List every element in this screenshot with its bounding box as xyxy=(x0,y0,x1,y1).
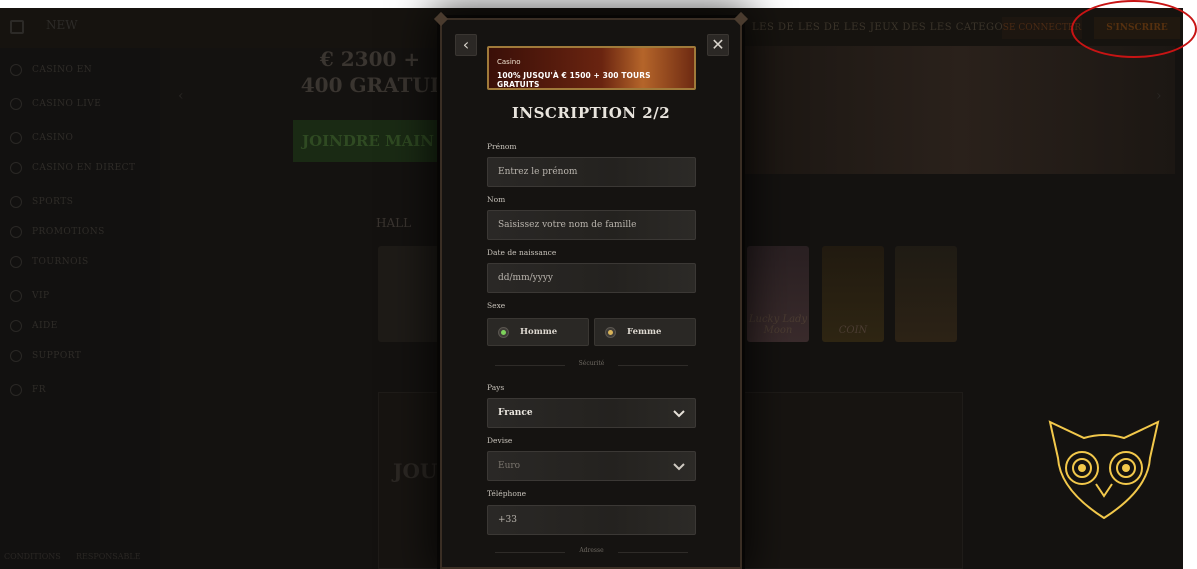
footer-link[interactable]: RESPONSABLE xyxy=(76,552,141,561)
nav-icon xyxy=(10,226,22,238)
chevron-left-icon: ‹ xyxy=(462,35,470,54)
first-name-input[interactable]: Entrez le prénom xyxy=(487,157,696,187)
security-divider: Sécurité xyxy=(487,360,696,370)
birth-date-label: Date de naissance xyxy=(487,248,557,257)
nav-icon xyxy=(10,320,22,332)
sidebar-item[interactable]: SPORTS xyxy=(10,196,73,208)
gender-label: Sexe xyxy=(487,301,506,310)
sidebar-item[interactable]: PROMOTIONS xyxy=(10,226,105,238)
currency-label: Devise xyxy=(487,436,513,445)
nav-icon xyxy=(10,256,22,268)
sidebar-item[interactable]: VIP xyxy=(10,290,50,302)
game-thumbnail[interactable]: COIN xyxy=(822,246,884,342)
footer-link[interactable]: CONDITIONS xyxy=(4,552,61,561)
country-value: France xyxy=(498,408,533,418)
game-thumbnail[interactable] xyxy=(895,246,957,342)
radio-selected-icon xyxy=(498,327,509,338)
sidebar-item[interactable]: TOURNOIS xyxy=(10,256,89,268)
sidebar-item[interactable]: CASINO EN xyxy=(10,64,92,76)
sidebar-item[interactable]: CASINO xyxy=(10,132,73,144)
join-button[interactable]: JOINDRE MAIN xyxy=(293,120,443,162)
banner-offer: 100% JUSQU'À € 1500 + 300 TOURS GRATUITS xyxy=(497,71,651,89)
back-button[interactable]: ‹ xyxy=(455,34,477,56)
registration-modal: ‹ ✕ Casino 100% JUSQU'À € 1500 + 300 TOU… xyxy=(433,11,749,569)
close-button[interactable]: ✕ xyxy=(707,34,729,56)
nav-icon xyxy=(10,132,22,144)
game-thumbnail[interactable]: Lucky Lady Moon xyxy=(747,246,809,342)
site-sidebar: CASINO EN CASINO LIVE CASINO CASINO EN D… xyxy=(0,48,160,569)
nav-icon xyxy=(10,290,22,302)
last-name-input[interactable]: Saisissez votre nom de famille xyxy=(487,210,696,240)
last-name-label: Nom xyxy=(487,195,506,204)
nav-icon xyxy=(10,98,22,110)
menu-icon[interactable] xyxy=(10,20,24,34)
nav-icon xyxy=(10,162,22,174)
nav-icon xyxy=(10,350,22,362)
currency-select[interactable]: Euro xyxy=(487,451,696,481)
modal-title: INSCRIPTION 2/2 xyxy=(511,104,671,122)
country-label: Pays xyxy=(487,383,505,392)
birth-date-input[interactable]: dd/mm/yyyy xyxy=(487,263,696,293)
sidebar-item[interactable]: CASINO EN DIRECT xyxy=(10,162,136,174)
games-section-title: HALL xyxy=(376,216,412,230)
gender-option-male[interactable]: Homme xyxy=(487,318,589,346)
phone-label: Téléphone xyxy=(487,489,527,498)
site-logo[interactable]: NEW xyxy=(46,18,78,32)
sidebar-item[interactable]: FR xyxy=(10,384,46,396)
owl-logo xyxy=(1048,420,1160,520)
chevron-left-icon[interactable]: ‹ xyxy=(178,88,184,104)
address-divider: Adresse xyxy=(487,547,696,557)
promo-banner[interactable]: Casino 100% JUSQU'À € 1500 + 300 TOURS G… xyxy=(487,46,696,90)
close-icon: ✕ xyxy=(711,35,725,54)
game-thumbnail[interactable] xyxy=(378,246,440,342)
nav-icon xyxy=(10,196,22,208)
nav-icon xyxy=(10,384,22,396)
sidebar-item[interactable]: SUPPORT xyxy=(10,350,81,362)
phone-input[interactable]: +33 xyxy=(487,505,696,535)
sidebar-item[interactable]: CASINO LIVE xyxy=(10,98,101,110)
country-select[interactable]: France xyxy=(487,398,696,428)
banner-category: Casino xyxy=(497,58,521,66)
chevron-down-icon xyxy=(673,463,685,471)
hero-banner-image xyxy=(745,46,1175,174)
sidebar-item[interactable]: AIDE xyxy=(10,320,58,332)
currency-value: Euro xyxy=(498,461,521,471)
first-name-label: Prénom xyxy=(487,142,517,151)
nav-icon xyxy=(10,64,22,76)
chevron-down-icon xyxy=(673,410,685,418)
gender-option-female[interactable]: Femme xyxy=(594,318,696,346)
hero-offer-text: € 2300 + 400 GRATUI xyxy=(300,47,440,97)
top-nav-links[interactable]: LES DE LES DE LES JEUX DES LES CATEGORIE… xyxy=(752,22,1031,33)
radio-unselected-icon xyxy=(605,327,616,338)
login-button[interactable]: SE CONNECTER xyxy=(1002,17,1082,39)
annotation-circle xyxy=(1071,0,1197,58)
chevron-right-icon[interactable]: › xyxy=(1156,88,1162,104)
